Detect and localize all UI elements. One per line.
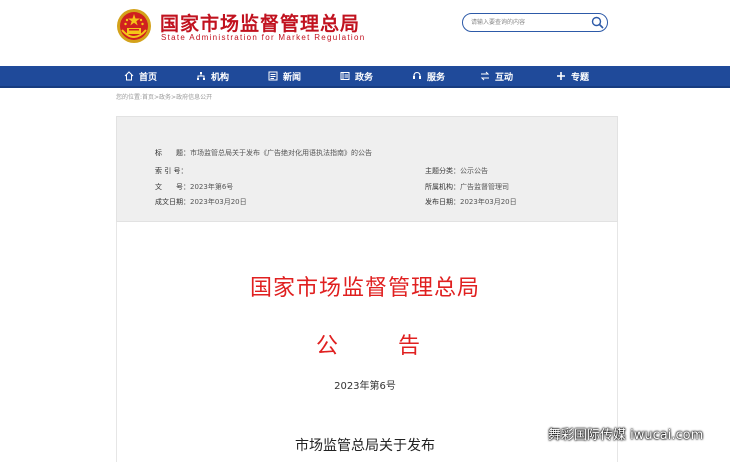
nav-label: 首页 xyxy=(139,72,158,83)
nav-label: 新闻 xyxy=(283,72,302,83)
meta-published-row: 发布日期：2023年03月20日 xyxy=(425,197,517,207)
document-type-char-2: 告 xyxy=(398,334,421,359)
org-icon xyxy=(197,72,205,80)
site-title-cn[interactable]: 国家市场监督管理总局 xyxy=(160,9,360,36)
search-icon[interactable] xyxy=(591,16,604,29)
breadcrumb[interactable]: 您的位置:首页>政务>政府信息公开 xyxy=(116,92,212,101)
service-icon xyxy=(413,71,421,79)
meta-created-label: 成文日期： xyxy=(155,198,190,206)
home-icon xyxy=(124,71,134,81)
meta-title-label: 标 题： xyxy=(155,149,190,157)
meta-docno-row: 文 号：2023年第6号 xyxy=(155,182,233,192)
nav-item-home[interactable]: 首页 xyxy=(124,66,157,86)
interact-icon xyxy=(480,71,490,81)
nav-label: 机构 xyxy=(211,72,230,83)
nav-item-interact[interactable]: 互动 xyxy=(480,66,513,86)
nav-item-gov[interactable]: 政务 xyxy=(340,66,373,86)
document-number: 2023年第6号 xyxy=(334,381,396,392)
nav-item-service[interactable]: 服务 xyxy=(412,66,445,86)
site-title-en: State Administration for Market Regulati… xyxy=(161,33,366,42)
meta-published-value: 2023年03月20日 xyxy=(460,198,517,206)
gov-icon xyxy=(340,72,350,80)
watermark-text: 舞彩国际传媒 iwucai.com xyxy=(548,428,704,443)
meta-title-row: 标 题：市场监管总局关于发布《广告绝对化用语执法指南》的公告 xyxy=(155,148,372,158)
document-meta-box: 标 题：市场监管总局关于发布《广告绝对化用语执法指南》的公告 索 引 号： 主题… xyxy=(116,116,618,222)
nav-label: 政务 xyxy=(355,72,374,83)
nav-item-news[interactable]: 新闻 xyxy=(268,66,301,86)
meta-org-row: 所属机构：广告监督管理司 xyxy=(425,182,509,192)
document-issuer-heading: 国家市场监督管理总局 xyxy=(249,276,480,301)
nav-label: 服务 xyxy=(427,72,446,83)
meta-title-value: 市场监管总局关于发布《广告绝对化用语执法指南》的公告 xyxy=(190,149,372,157)
document-body xyxy=(116,222,618,462)
meta-docno-label: 文 号： xyxy=(155,183,190,191)
meta-index-label: 索 引 号： xyxy=(155,167,188,175)
meta-category-row: 主题分类：公示公告 xyxy=(425,166,488,176)
nav-label: 专题 xyxy=(571,72,590,83)
main-nav: 首页 机构 新闻 政务 服务 互动 专题 xyxy=(0,66,730,88)
meta-category-label: 主题分类： xyxy=(425,167,460,175)
meta-org-value: 广告监督管理司 xyxy=(460,183,509,191)
topic-icon xyxy=(557,72,565,80)
nav-item-topic[interactable]: 专题 xyxy=(556,66,589,86)
news-icon xyxy=(268,71,278,81)
meta-created-value: 2023年03月20日 xyxy=(190,198,247,206)
meta-created-row: 成文日期：2023年03月20日 xyxy=(155,197,247,207)
meta-org-label: 所属机构： xyxy=(425,183,460,191)
nav-item-org[interactable]: 机构 xyxy=(196,66,229,86)
meta-published-label: 发布日期： xyxy=(425,198,460,206)
meta-index-row: 索 引 号： xyxy=(155,166,187,176)
meta-category-value: 公示公告 xyxy=(460,167,488,175)
nav-label: 互动 xyxy=(495,72,514,83)
document-type-char-1: 公 xyxy=(316,334,339,359)
search-input[interactable] xyxy=(471,16,581,29)
national-emblem-icon xyxy=(117,9,151,43)
search-box xyxy=(462,13,608,32)
meta-docno-value: 2023年第6号 xyxy=(190,183,234,191)
site-header: 国家市场监督管理总局 State Administration for Mark… xyxy=(0,0,730,66)
